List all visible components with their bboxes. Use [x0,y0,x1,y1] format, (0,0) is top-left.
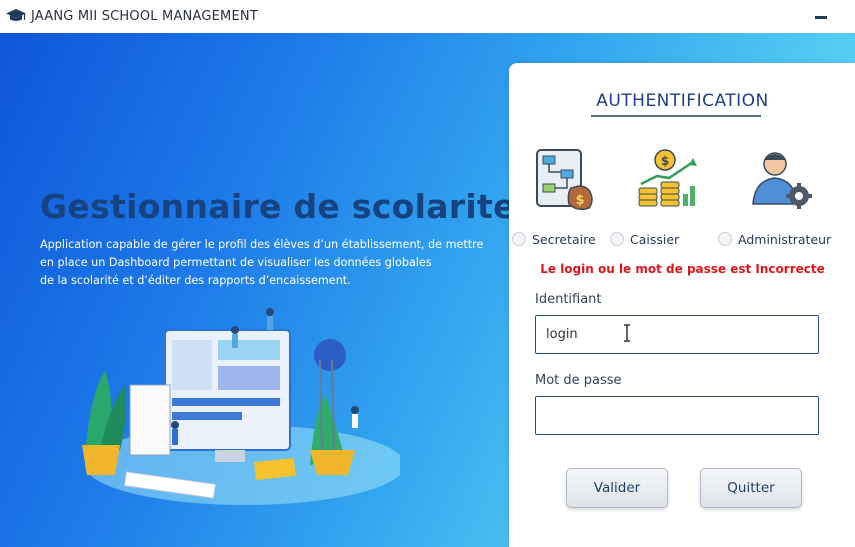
authentication-card: AUTHENTIFICATION $ $ Secretaire Caissier… [509,63,855,547]
auth-title: AUTHENTIFICATION [596,91,769,111]
title-bar: JAANG MII SCHOOL MANAGEMENT [0,0,855,34]
radio-label: Secretaire [532,231,596,247]
coins-growth-chart-icon: $ [638,149,697,207]
text-cursor-icon [624,324,630,342]
radio-dot[interactable] [512,232,526,246]
hero-description: Application capable de gérer le profil d… [40,236,510,290]
submit-button[interactable]: Valider [566,468,668,508]
identifiant-label: Identifiant [535,292,602,307]
radio-dot[interactable] [718,232,732,246]
radio-dot[interactable] [610,232,624,246]
radio-label: Caissier [630,231,680,247]
svg-text:$: $ [575,193,584,208]
password-field[interactable] [535,396,819,435]
identifiant-field[interactable]: login [535,315,819,354]
hero-description-line: en place un Dashboard permettant de visu… [40,256,432,269]
radio-caissier[interactable]: Caissier [610,231,679,247]
auth-title-underline [591,115,761,117]
window-title: JAANG MII SCHOOL MANAGEMENT [31,9,258,24]
hero-description-line: Application capable de gérer le profil d… [40,238,484,251]
user-gear-icon [752,152,812,209]
minimize-button[interactable] [815,9,829,23]
radio-secretaire[interactable]: Secretaire [512,231,596,247]
radio-label: Administrateur [738,231,832,247]
password-label: Mot de passe [535,373,622,388]
app-window: JAANG MII SCHOOL MANAGEMENT Gestionnaire… [0,0,855,547]
svg-text:$: $ [661,154,669,168]
hero-title: Gestionnaire de scolarite [40,187,516,226]
quit-button[interactable]: Quitter [700,468,802,508]
error-message: Le login ou le mot de passe est Incorrec… [540,262,825,276]
radio-administrateur[interactable]: Administrateur [718,231,831,247]
identifiant-value: login [546,327,578,342]
graduation-cap-icon [6,9,26,21]
dashboard-illustration [82,308,400,505]
workflow-money-bag-icon: $ [536,149,593,211]
hero-description-line: de la scolarité et d’éditer des rapports… [40,274,351,287]
